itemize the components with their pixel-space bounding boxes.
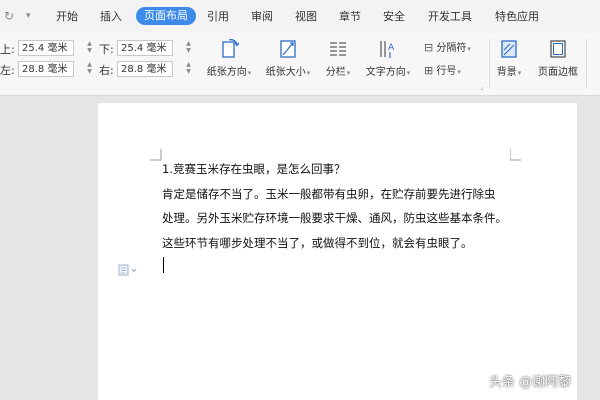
watermark: 头条 @谢阿黎 (489, 375, 572, 390)
page-border-icon (550, 40, 566, 58)
background-icon (501, 40, 517, 58)
document-page[interactable]: 1.竞赛玉米存在虫眼，是怎么回事？ 肯定是储存不当了。玉米一般都带有虫卵，在贮存… (98, 103, 577, 400)
text-direction-button[interactable]: A 文字方向▾ (362, 38, 414, 78)
tab-sections[interactable]: 章节 (339, 8, 361, 25)
page-break-icon: ⊟ (424, 41, 434, 54)
ribbon-page-layout: 上: 25.4 毫米 ▲ ▼ 左: 28.8 毫米 ▲ ▼ 下: 25.4 毫米 ▲… (0, 33, 600, 96)
margin-left-label: 左: (0, 64, 15, 77)
margin-top-label: 上: (0, 43, 15, 56)
page-border-button[interactable]: 页面边框 (535, 38, 581, 78)
paper-size-label: 纸张大小 (265, 67, 306, 78)
text-cursor (163, 257, 164, 273)
doc-line: 处理。另外玉米贮存环境一般要求干燥、通风，防虫这些基本条件。 (162, 211, 507, 225)
separator-label: 分隔符 (436, 43, 467, 54)
margin-right-input[interactable]: 28.8 毫米 (117, 61, 173, 77)
dialog-launcher-icon[interactable]: ⌟ (480, 83, 483, 91)
margin-right-spinner[interactable]: ▲ ▼ (185, 61, 192, 75)
redo-icon[interactable]: ↻ (4, 9, 14, 23)
chevron-down-icon[interactable]: ▾ (26, 11, 31, 21)
chevron-down-icon: ▾ (346, 69, 351, 77)
margin-left-input[interactable]: 28.8 毫米 (18, 61, 74, 77)
margin-bottom-spinner[interactable]: ▲ ▼ (185, 40, 192, 54)
margin-top-spinner[interactable]: ▲ ▼ (86, 40, 93, 54)
text-direction-icon: A (380, 41, 395, 58)
tab-home[interactable]: 开始 (56, 8, 78, 25)
columns-icon (330, 42, 346, 56)
line-numbers-button[interactable]: ⊞ 行号▾ (424, 64, 461, 78)
margin-bottom-input[interactable]: 25.4 毫米 (117, 40, 173, 56)
tab-view[interactable]: 视图 (295, 8, 317, 25)
line-number-icon: ⊞ (424, 64, 434, 77)
tab-references[interactable]: 引用 (207, 8, 229, 25)
tab-special-apps[interactable]: 特色应用 (495, 8, 539, 25)
tab-page-layout[interactable]: 页面布局 (136, 7, 196, 25)
doc-line: 肯定是储存不当了。玉米一般都带有虫卵，在贮存前要先进行除虫 (162, 186, 496, 201)
text-direction-label: 文字方向 (365, 67, 406, 78)
tab-developer[interactable]: 开发工具 (428, 8, 472, 25)
chevron-down-icon: ▾ (457, 68, 461, 76)
ribbon-divider (586, 39, 587, 89)
margin-top-input[interactable]: 25.4 毫米 (18, 40, 74, 56)
page-size-icon (280, 40, 296, 58)
tab-security[interactable]: 安全 (383, 8, 405, 25)
chevron-down-icon: ▾ (467, 45, 471, 53)
margin-corner-mark (150, 149, 162, 161)
ribbon-tab-bar: ↻ ▾ 开始 插入 页面布局 引用 审阅 视图 章节 安全 开发工具 特色应用 (0, 0, 600, 33)
chevron-down-icon: ▾ (517, 69, 522, 77)
line-numbers-label: 行号 (436, 66, 457, 77)
columns-button[interactable]: 分栏▾ (320, 38, 356, 78)
chevron-down-icon: ▾ (247, 69, 252, 77)
paper-orientation-button[interactable]: 纸张方向▾ (203, 38, 255, 78)
doc-line: 这些环节有哪步处理不当了，或做得不到位，就会有虫眼了。 (162, 235, 473, 250)
margin-left-spinner[interactable]: ▲ ▼ (86, 61, 93, 75)
page-orientation-icon (222, 39, 240, 58)
margin-corner-mark (510, 149, 521, 161)
margin-bottom-label: 下: (99, 43, 114, 56)
tab-review[interactable]: 审阅 (251, 8, 273, 25)
document-body[interactable]: 1.竞赛玉米存在虫眼，是怎么回事？ 肯定是储存不当了。玉米一般都带有虫卵，在贮存… (162, 157, 507, 255)
paragraph-layout-icon[interactable] (118, 261, 138, 280)
chevron-down-icon: ▾ (306, 69, 311, 77)
separator-button[interactable]: ⊟ 分隔符▾ (424, 41, 471, 55)
ribbon-divider (489, 39, 490, 89)
margin-right-label: 右: (99, 64, 114, 77)
paper-size-button[interactable]: 纸张大小▾ (262, 38, 314, 78)
background-button[interactable]: 背景▾ (494, 38, 524, 78)
chevron-down-icon: ▾ (406, 69, 411, 77)
paper-orientation-label: 纸张方向 (206, 67, 247, 78)
tab-insert[interactable]: 插入 (100, 8, 122, 25)
svg-text:A: A (388, 43, 395, 53)
doc-heading: 1.竞赛玉米存在虫眼，是怎么回事？ (162, 162, 346, 176)
background-label: 背景 (496, 67, 517, 78)
columns-label: 分栏 (325, 67, 346, 78)
page-border-label: 页面边框 (538, 67, 578, 78)
